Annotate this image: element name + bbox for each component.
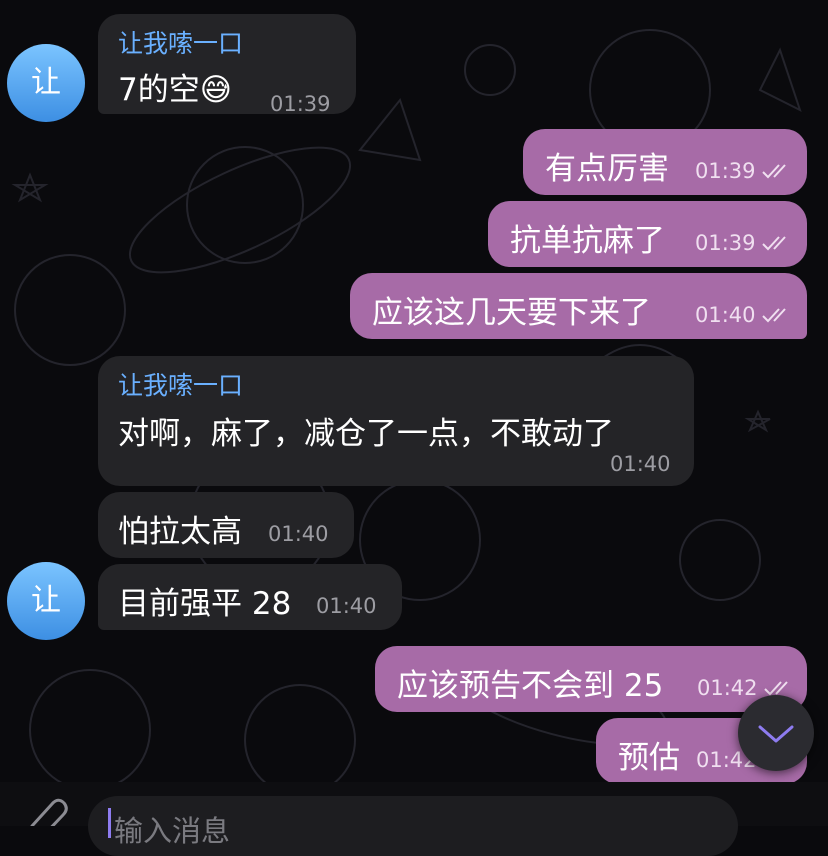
message-time: 01:39 (695, 159, 756, 183)
double-check-icon (762, 308, 786, 323)
avatar[interactable]: 让 (7, 44, 85, 122)
message-bubble-incoming[interactable]: 怕拉太高 01:40 (98, 492, 354, 558)
scroll-down-button[interactable] (738, 695, 814, 771)
sender-name[interactable]: 让我嗦一口 (118, 366, 243, 402)
message-time: 01:39 (695, 231, 756, 255)
message-bubble-incoming[interactable]: 目前强平 28 01:40 (98, 564, 402, 630)
message-bubble-outgoing[interactable]: 抗单抗麻了 01:39 (488, 201, 807, 267)
message-input[interactable]: 输入消息 (88, 796, 738, 856)
message-text: 目前强平 28 (118, 586, 292, 622)
message-bubble-incoming[interactable]: 让我嗦一口 对啊，麻了，减仓了一点，不敢动了 01:40 (98, 356, 694, 486)
message-time: 01:40 (610, 452, 671, 476)
paperclip-icon[interactable] (14, 782, 74, 826)
message-text: 预估 (618, 740, 680, 776)
message-bubble-incoming[interactable]: 让我嗦一口 7的空😅 01:39 (98, 14, 356, 116)
message-time: 01:40 (268, 522, 329, 546)
text-caret (108, 808, 111, 838)
message-text: 怕拉太高 (118, 514, 242, 550)
message-bubble-outgoing[interactable]: 应该这几天要下来了 01:40 (350, 273, 807, 339)
avatar[interactable]: 让 (7, 562, 85, 640)
message-text: 应该预告不会到 25 (397, 668, 664, 704)
double-check-icon (762, 236, 786, 251)
message-bubble-outgoing[interactable]: 有点厉害 01:39 (523, 129, 807, 195)
message-text: 抗单抗麻了 (510, 223, 665, 259)
message-text: 应该这几天要下来了 (372, 295, 651, 331)
chevron-down-icon (758, 725, 794, 743)
sender-name[interactable]: 让我嗦一口 (118, 24, 243, 60)
double-check-icon (762, 164, 786, 179)
message-text: 对啊，麻了，减仓了一点，不敢动了 (118, 416, 614, 452)
message-time: 01:40 (695, 303, 756, 327)
message-input-placeholder: 输入消息 (114, 814, 231, 848)
message-time: 01:40 (316, 594, 377, 618)
message-time: 01:39 (270, 92, 331, 116)
message-text: 7的空😅 (118, 72, 233, 108)
double-check-icon (764, 681, 788, 696)
message-text: 有点厉害 (545, 151, 669, 187)
